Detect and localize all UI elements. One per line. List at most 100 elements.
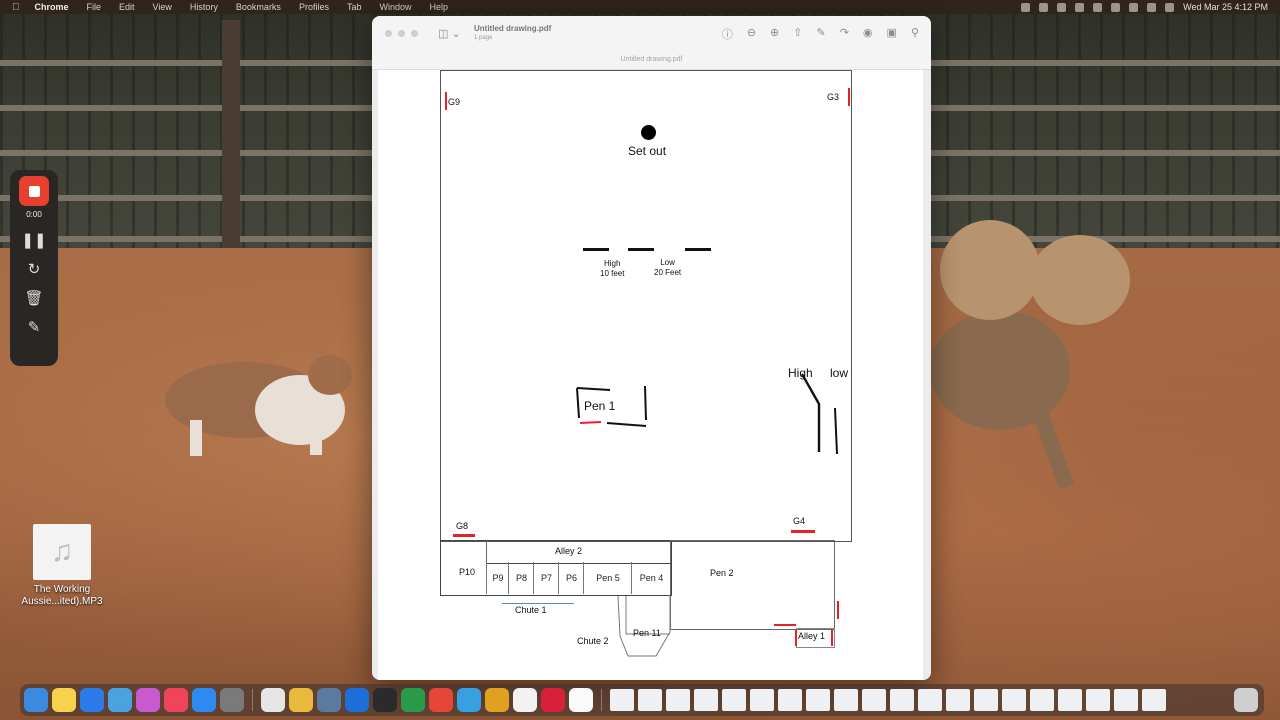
dock-document-icon[interactable] [722,689,746,711]
low-20-feet-label: Low 20 Feet [654,258,682,277]
info-icon[interactable]: ⓘ [722,26,733,42]
settings-gear-icon[interactable] [80,688,104,712]
menu-profiles[interactable]: Profiles [290,2,338,12]
gate-g9-mark [445,92,447,110]
dock-document-icon[interactable] [890,689,914,711]
menu-bookmarks[interactable]: Bookmarks [227,2,290,12]
trash-icon[interactable]: 🗑 [24,291,43,306]
dock-document-icon[interactable] [638,689,662,711]
dock-document-icon[interactable] [974,689,998,711]
zoom-in-icon[interactable]: ⊕ [770,26,779,42]
dock-document-icon[interactable] [806,689,830,711]
high-low-panels [800,373,838,455]
textedit-icon[interactable] [513,688,537,712]
window-titlebar: ◫ ⌄ Untitled drawing.pdf 1 page ⓘ ⊖ ⊕ ⇧ … [372,16,931,70]
alley1-red-mark [795,630,797,646]
menu-view[interactable]: View [144,2,181,12]
excel-icon[interactable] [401,688,425,712]
chrome-icon[interactable] [289,688,313,712]
dock-document-icon[interactable] [1086,689,1110,711]
menu-help[interactable]: Help [420,2,457,12]
dock-document-icon[interactable] [666,689,690,711]
pen-p6: P6 [558,562,584,594]
trash-icon[interactable] [1234,688,1258,712]
battery-icon[interactable] [1111,2,1121,12]
dock-document-icon[interactable] [1114,689,1138,711]
document-view[interactable]: G9 G3 Set out High 10 feet Low 20 Feet P… [372,70,931,680]
share-icon[interactable]: ⇧ [793,26,802,42]
preview-icon[interactable] [317,688,341,712]
zoom-window-button[interactable] [411,30,418,37]
status-menu-icon[interactable] [1093,2,1103,12]
pen-4: Pen 4 [631,562,671,594]
rotate-icon[interactable]: ↷ [840,26,849,42]
search-icon[interactable]: ⚲ [911,26,919,42]
music-icon[interactable] [164,688,188,712]
skype-icon[interactable] [457,688,481,712]
status-menu-icon[interactable] [1075,2,1085,12]
pdf-app-icon[interactable] [429,688,453,712]
desktop-file-icon[interactable]: ♫ The Working Aussie...ited).MP3 [14,524,110,608]
menu-window[interactable]: Window [370,2,420,12]
gate-g8-label: G8 [456,521,469,531]
gate-g8-mark [453,534,475,537]
chatgpt-icon[interactable] [261,688,285,712]
wifi-icon[interactable] [1129,2,1139,12]
dock-document-icon[interactable] [1142,689,1166,711]
minimize-window-button[interactable] [398,30,405,37]
dock-document-icon[interactable] [750,689,774,711]
pause-icon[interactable]: ❚❚ [21,233,46,248]
annotate-icon[interactable]: ◉ [863,26,873,42]
notes-icon[interactable] [52,688,76,712]
restart-icon[interactable]: ↻ [28,262,41,277]
menu-edit[interactable]: Edit [110,2,144,12]
outlook-icon[interactable] [345,688,369,712]
tool-app-icon[interactable] [569,688,593,712]
search-icon[interactable] [1147,2,1157,12]
gate-g4-label: G4 [793,516,806,526]
gate-g3-label: G3 [827,92,840,102]
dock-document-icon[interactable] [1030,689,1054,711]
control-center-icon[interactable] [1165,2,1175,12]
menu-bar:  Chrome File Edit View History Bookmark… [0,0,1280,14]
dock-document-icon[interactable] [1002,689,1026,711]
apple-icon[interactable]:  [0,2,26,13]
menu-clock[interactable]: Wed Mar 25 4:12 PM [1183,2,1268,12]
menu-file[interactable]: File [78,2,111,12]
gate-g9-label: G9 [448,97,461,107]
stop-record-button[interactable] [19,176,49,206]
sidebar-toggle-icon[interactable]: ◫ ⌄ [438,27,461,40]
audio-app-icon[interactable] [485,688,509,712]
terminal-icon[interactable] [373,688,397,712]
pen-icon[interactable]: ✎ [28,320,41,335]
dock-document-icon[interactable] [946,689,970,711]
status-menu-icon[interactable] [1021,2,1031,12]
dock-document-icon[interactable] [834,689,858,711]
finder-icon[interactable] [24,688,48,712]
dock-document-icon[interactable] [778,689,802,711]
markup-pen-icon[interactable]: ✎ [816,26,825,42]
record-timer: 0:00 [26,210,42,219]
dock-document-icon[interactable] [918,689,942,711]
safari-icon[interactable] [108,688,132,712]
close-window-button[interactable] [385,30,392,37]
vivaldi-icon[interactable] [541,688,565,712]
dock-document-icon[interactable] [1058,689,1082,711]
status-menu-icon[interactable] [1057,2,1067,12]
alley1-label: Alley 1 [798,631,826,641]
menu-tab[interactable]: Tab [338,2,371,12]
form-icon[interactable]: ▣ [887,26,897,42]
zoom-out-icon[interactable]: ⊖ [747,26,756,42]
pen2-box [670,540,835,630]
fence-post [222,20,240,270]
status-menu-icon[interactable] [1039,2,1049,12]
menu-app-name[interactable]: Chrome [26,2,78,12]
launchpad-icon[interactable] [136,688,160,712]
dock-document-icon[interactable] [694,689,718,711]
music-note-icon: ♫ [33,524,91,580]
dock-document-icon[interactable] [862,689,886,711]
system-settings-icon[interactable] [220,688,244,712]
menu-history[interactable]: History [181,2,227,12]
dock-document-icon[interactable] [610,689,634,711]
app-store-icon[interactable] [192,688,216,712]
